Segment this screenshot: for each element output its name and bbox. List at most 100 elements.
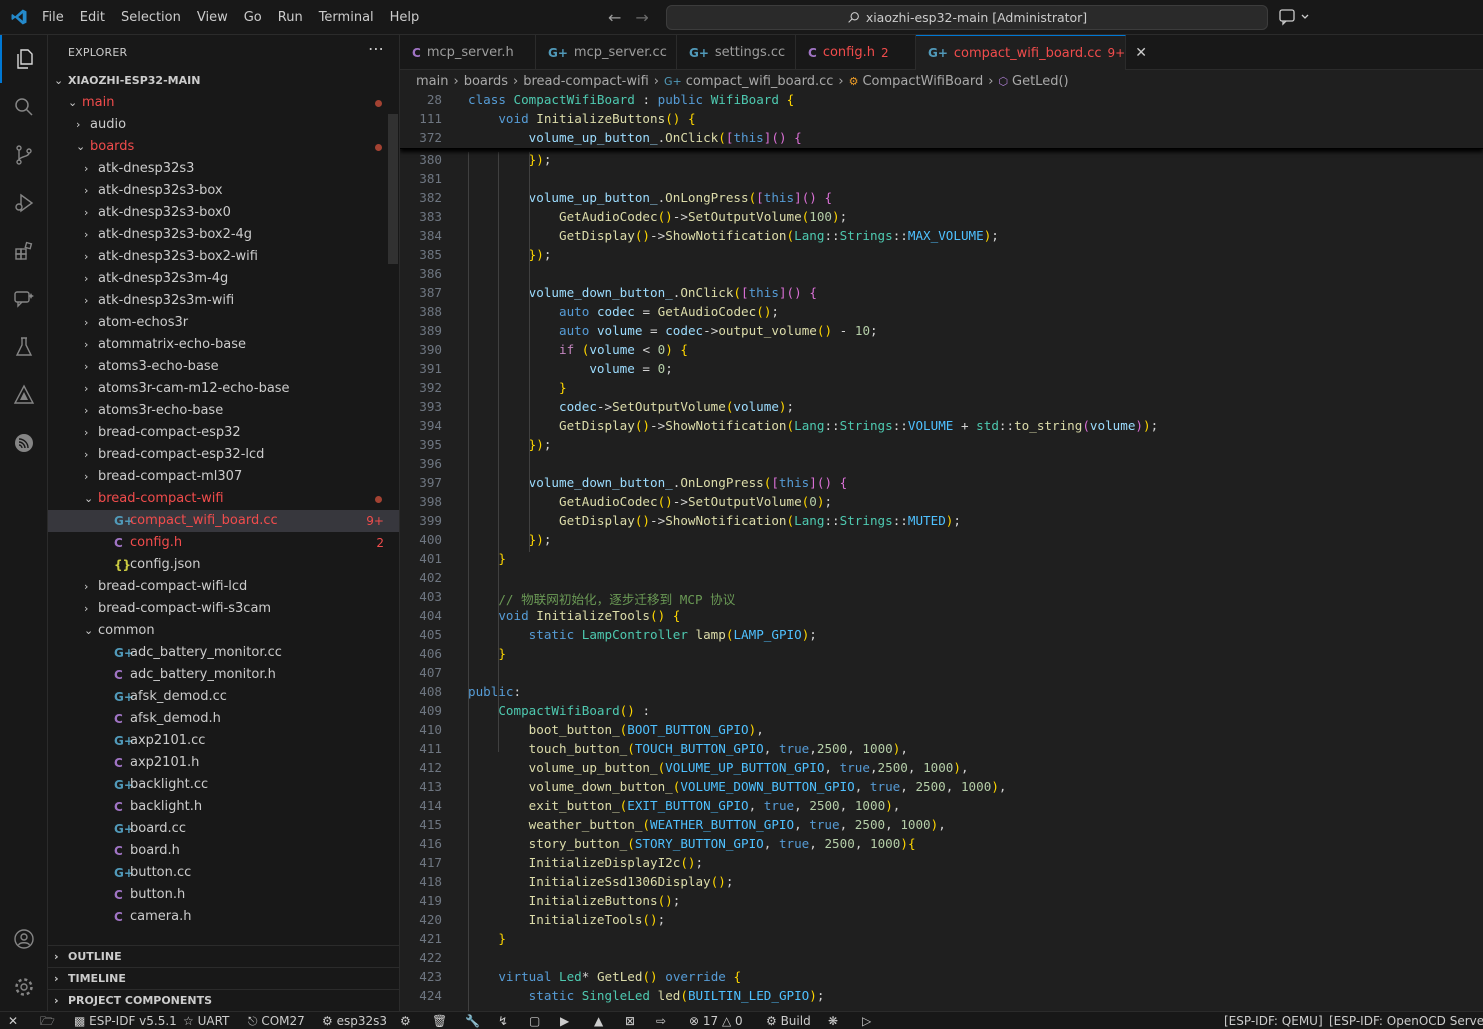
folder-item[interactable]: › bread-compact-esp32-lcd — [48, 444, 399, 466]
idf-version-item[interactable]: ▩ ESP-IDF v5.5.1 — [74, 1012, 177, 1029]
remote-indicator-icon[interactable]: ✕ — [8, 1012, 18, 1029]
menu-edit[interactable]: Edit — [72, 10, 113, 25]
file-item[interactable]: Cconfig.h 2 — [48, 532, 399, 554]
file-item[interactable]: Cbacklight.h — [48, 796, 399, 818]
tab-mcp-server-h[interactable]: Cmcp_server.h — [400, 35, 536, 70]
workspace-root[interactable]: ⌄ XIAOZHI-ESP32-MAIN — [48, 70, 399, 92]
breadcrumb-file[interactable]: compact_wifi_board.cc — [686, 74, 834, 89]
activity-esp-idf[interactable] — [0, 371, 48, 419]
folder-item[interactable]: ⌄ boards — [48, 136, 399, 158]
folder-item[interactable]: › atoms3r-cam-m12-echo-base — [48, 378, 399, 400]
run-icon[interactable]: ▷ — [862, 1012, 871, 1029]
file-item[interactable]: Cbutton.h — [48, 884, 399, 906]
file-item[interactable]: G+ backlight.cc — [48, 774, 399, 796]
folder-item[interactable]: ⌄ common — [48, 620, 399, 642]
tab-settings-cc[interactable]: G+ settings.cc — [677, 35, 796, 70]
monitor-icon[interactable]: ▢ — [529, 1012, 540, 1029]
open-icon[interactable]: ⇨ — [656, 1012, 666, 1029]
breadcrumb-class[interactable]: CompactWifiBoard — [862, 74, 983, 89]
file-item[interactable]: G+ axp2101.cc — [48, 730, 399, 752]
folder-item[interactable]: › atk-dnesp32s3-box0 — [48, 202, 399, 224]
copilot-chat-icon[interactable] — [1278, 8, 1312, 26]
activity-chat[interactable] — [0, 275, 48, 323]
folder-item[interactable]: › atk-dnesp32s3m-wifi — [48, 290, 399, 312]
activity-testing[interactable] — [0, 323, 48, 371]
forward-arrow-icon[interactable]: → — [635, 8, 648, 27]
activity-run-debug[interactable] — [0, 179, 48, 227]
activity-explorer[interactable] — [0, 35, 48, 83]
activity-espressif[interactable] — [0, 419, 48, 467]
flash-icon[interactable]: ↯ — [498, 1012, 508, 1029]
folder-item[interactable]: › audio — [48, 114, 399, 136]
folder-item[interactable]: › bread-compact-wifi-s3cam — [48, 598, 399, 620]
breadcrumb-folder[interactable]: bread-compact-wifi — [523, 74, 649, 89]
terminal-icon[interactable]: ⊠ — [625, 1012, 635, 1029]
file-item[interactable]: G+ adc_battery_monitor.cc — [48, 642, 399, 664]
tab-config-h[interactable]: Cconfig.h 2 — [796, 35, 916, 70]
folder-item[interactable]: › atk-dnesp32s3-box — [48, 180, 399, 202]
folder-item[interactable]: › atom-echos3r — [48, 312, 399, 334]
folder-item[interactable]: › atommatrix-echo-base — [48, 334, 399, 356]
menu-view[interactable]: View — [189, 10, 236, 25]
file-item[interactable]: Caxp2101.h — [48, 752, 399, 774]
file-item[interactable]: {} config.json — [48, 554, 399, 576]
file-item[interactable]: Cadc_battery_monitor.h — [48, 664, 399, 686]
menu-run[interactable]: Run — [270, 10, 311, 25]
folder-item[interactable]: › atk-dnesp32s3-box2-wifi — [48, 246, 399, 268]
problems-item[interactable]: ⊗ 17 △ 0 — [689, 1012, 743, 1029]
activity-source-control[interactable] — [0, 131, 48, 179]
file-item[interactable]: G+ afsk_demod.cc — [48, 686, 399, 708]
fire-icon[interactable]: ▲ — [594, 1012, 603, 1029]
port-item[interactable]: ⎋ COM27 — [248, 1012, 305, 1029]
breadcrumb-boards[interactable]: boards — [464, 74, 508, 89]
folder-item[interactable]: › atk-dnesp32s3-box2-4g — [48, 224, 399, 246]
folder-item[interactable]: › bread-compact-esp32 — [48, 422, 399, 444]
menu-selection[interactable]: Selection — [113, 10, 189, 25]
file-item[interactable]: G+ board.cc — [48, 818, 399, 840]
command-center-search[interactable]: xiaozhi-esp32-main [Administrator] — [666, 5, 1268, 30]
breadcrumb-method[interactable]: GetLed() — [1012, 74, 1069, 89]
folder-item[interactable]: › bread-compact-wifi-lcd — [48, 576, 399, 598]
close-icon[interactable]: ✕ — [1135, 45, 1147, 61]
file-item[interactable]: Cafsk_demod.h — [48, 708, 399, 730]
sidebar-scrollbar[interactable] — [388, 114, 398, 264]
folder-item[interactable]: › atk-dnesp32s3m-4g — [48, 268, 399, 290]
back-arrow-icon[interactable]: ← — [608, 8, 621, 27]
menu-go[interactable]: Go — [236, 10, 270, 25]
build-item[interactable]: ⚙ Build — [766, 1012, 811, 1029]
breadcrumb-main[interactable]: main — [416, 74, 448, 89]
bug-icon[interactable]: ❋ — [828, 1012, 838, 1029]
menu-file[interactable]: File — [34, 10, 72, 25]
wrench-icon[interactable]: 🔧 — [465, 1012, 480, 1029]
activity-extensions[interactable] — [0, 227, 48, 275]
folder-item[interactable]: › atoms3r-echo-base — [48, 400, 399, 422]
file-item[interactable]: G+ compact_wifi_board.cc 9+ — [48, 510, 399, 532]
openocd-label[interactable]: [ESP-IDF: OpenOCD Server] — [1329, 1012, 1483, 1029]
section-project-components[interactable]: › PROJECT COMPONENTS — [48, 989, 399, 1011]
debug-icon[interactable]: ▶ — [560, 1012, 569, 1029]
activity-accounts[interactable] — [0, 915, 48, 963]
tab-compact-wifi-board-cc[interactable]: G+ compact_wifi_board.cc 9+ ✕ — [916, 35, 1147, 70]
menu-help[interactable]: Help — [382, 10, 428, 25]
file-item[interactable]: Cboard.h — [48, 840, 399, 862]
code-editor[interactable]: 380 }); 381 382 volume_up_button_.OnLongPr… — [400, 92, 1483, 1011]
trash-icon[interactable]: 🗑 — [432, 1012, 447, 1029]
activity-search[interactable] — [0, 83, 48, 131]
more-actions-icon[interactable]: ⋯ — [368, 39, 384, 58]
folder-icon[interactable]: 🗁 — [40, 1012, 55, 1029]
file-item[interactable]: G+ button.cc — [48, 862, 399, 884]
menu-terminal[interactable]: Terminal — [311, 10, 382, 25]
folder-item[interactable]: › bread-compact-ml307 — [48, 466, 399, 488]
sdk-config-icon[interactable]: ⚙ — [400, 1012, 411, 1029]
folder-item[interactable]: ⌄ bread-compact-wifi — [48, 488, 399, 510]
section-timeline[interactable]: › TIMELINE — [48, 967, 399, 989]
activity-settings[interactable] — [0, 963, 48, 1011]
target-item[interactable]: ⚙ esp32s3 — [322, 1012, 387, 1029]
uart-item[interactable]: ☆ UART — [183, 1012, 229, 1029]
file-item[interactable]: Ccamera.h — [48, 906, 399, 928]
folder-item[interactable]: ⌄ main — [48, 92, 399, 114]
tab-mcp-server-cc[interactable]: G+ mcp_server.cc — [536, 35, 677, 70]
section-outline[interactable]: › OUTLINE — [48, 945, 399, 967]
folder-item[interactable]: › atk-dnesp32s3 — [48, 158, 399, 180]
folder-item[interactable]: › atoms3-echo-base — [48, 356, 399, 378]
